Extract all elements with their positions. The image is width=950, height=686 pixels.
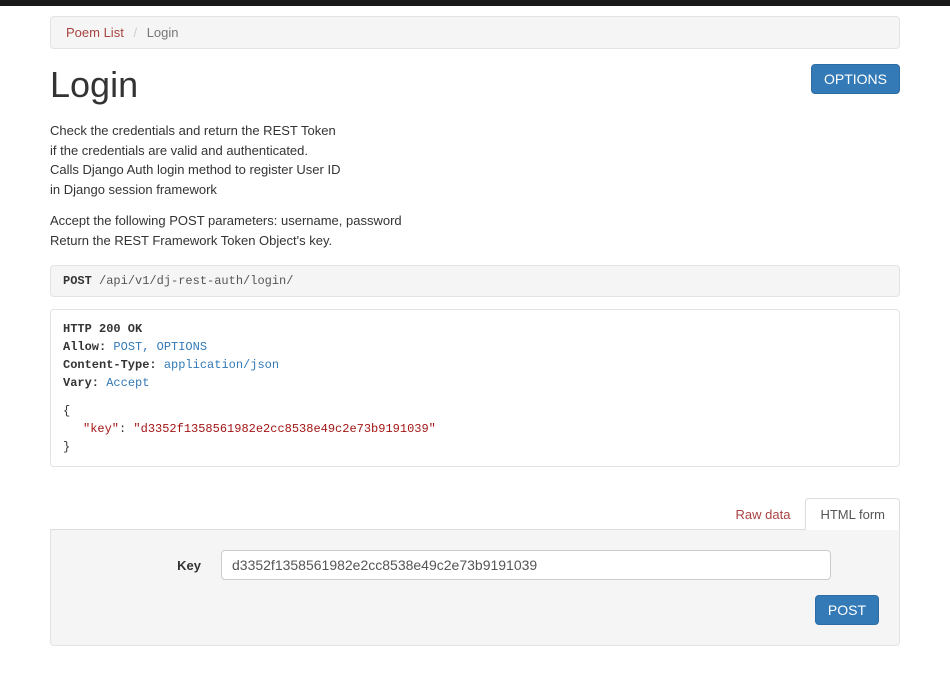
page-title: Login: [50, 64, 138, 106]
json-colon: :: [119, 422, 126, 436]
breadcrumb: Poem List / Login: [50, 16, 900, 49]
response-header-key: Allow:: [63, 340, 106, 354]
response-header-val: application/json: [164, 358, 279, 372]
tab-raw-data[interactable]: Raw data: [721, 498, 806, 530]
description: Check the credentials and return the RES…: [50, 121, 900, 250]
request-block: POST /api/v1/dj-rest-auth/login/: [50, 265, 900, 297]
breadcrumb-separator: /: [133, 25, 137, 40]
response-status: HTTP 200 OK: [63, 322, 142, 336]
post-button[interactable]: POST: [815, 595, 879, 625]
breadcrumb-current: Login: [147, 25, 179, 40]
response-header-val: Accept: [106, 376, 149, 390]
breadcrumb-root-link[interactable]: Poem List: [66, 25, 124, 40]
options-button[interactable]: OPTIONS: [811, 64, 900, 94]
request-method: POST: [63, 274, 92, 288]
tabs: Raw data HTML form: [50, 497, 900, 530]
json-key: "key": [83, 422, 119, 436]
request-path: /api/v1/dj-rest-auth/login/: [99, 274, 293, 288]
desc-line: if the credentials are valid and authent…: [50, 141, 900, 161]
desc-line: Check the credentials and return the RES…: [50, 121, 900, 141]
tab-html-form[interactable]: HTML form: [805, 498, 900, 530]
response-header-val: POST, OPTIONS: [113, 340, 207, 354]
response-header-key: Vary:: [63, 376, 99, 390]
response-block: HTTP 200 OK Allow: POST, OPTIONS Content…: [50, 309, 900, 467]
form-panel: Key POST: [50, 530, 900, 646]
desc-line: Accept the following POST parameters: us…: [50, 211, 900, 231]
json-close: }: [63, 440, 70, 454]
json-open: {: [63, 404, 70, 418]
desc-line: Calls Django Auth login method to regist…: [50, 160, 900, 180]
top-bar: [0, 0, 950, 6]
desc-line: Return the REST Framework Token Object's…: [50, 231, 900, 251]
key-label: Key: [71, 558, 221, 573]
response-header-key: Content-Type:: [63, 358, 157, 372]
desc-line: in Django session framework: [50, 180, 900, 200]
json-value: "d3352f1358561982e2cc8538e49c2e73b919103…: [133, 422, 435, 436]
